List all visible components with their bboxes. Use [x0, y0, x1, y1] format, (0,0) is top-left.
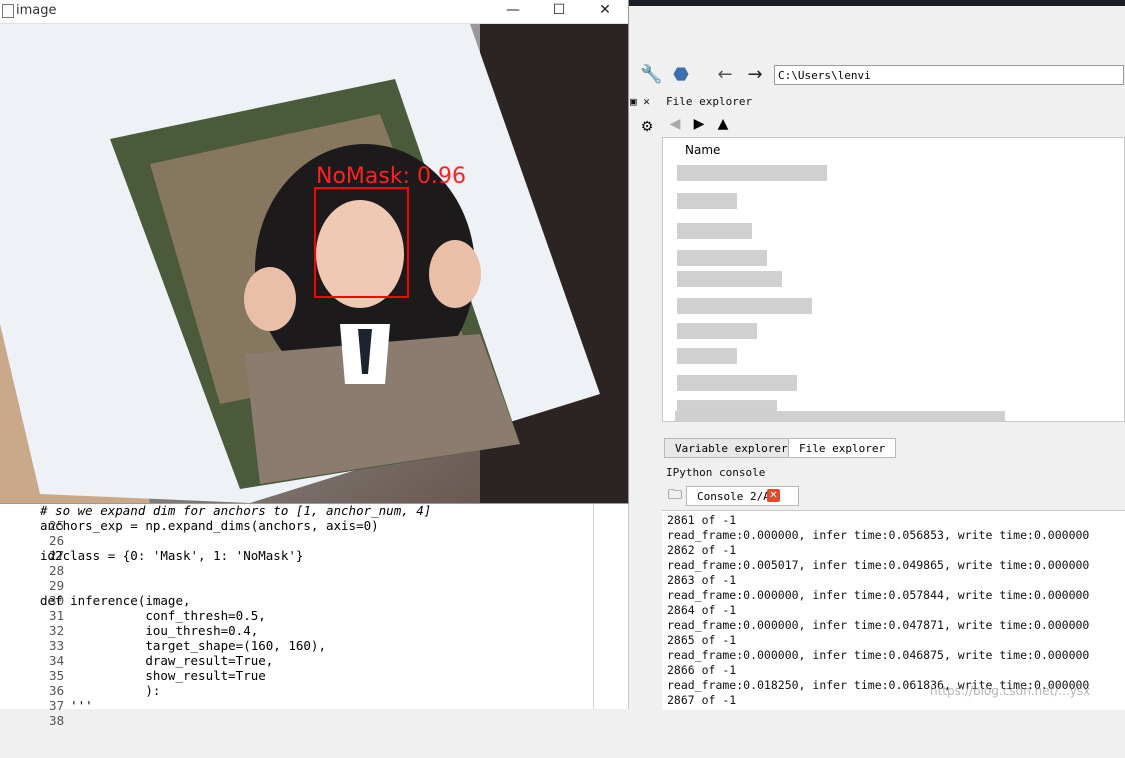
forward-arrow-icon[interactable]: → — [744, 64, 766, 86]
file-row[interactable] — [677, 375, 797, 391]
file-explorer-header: File explorer — [666, 95, 753, 108]
code-line: 34 target_shape=(160, 160), — [0, 638, 326, 668]
code-line: 30 — [0, 578, 64, 608]
top-strip — [628, 0, 1125, 6]
file-tree[interactable]: Name — [662, 137, 1125, 422]
file-row[interactable] — [677, 298, 812, 314]
working-directory-input[interactable]: C:\Users\lenvi — [774, 65, 1124, 85]
detection-label: NoMask: 0.96 — [316, 164, 466, 189]
window-icon — [2, 4, 14, 18]
image-window[interactable]: image — ☐ ✕ NoMask: 0.96 — [0, 0, 628, 503]
gear-icon[interactable]: ⚙ — [636, 116, 658, 138]
watermark: https://blog.csdn.net/...ysx — [930, 684, 1091, 698]
horizontal-scrollbar[interactable] — [675, 411, 1005, 421]
nav-back-icon[interactable]: ◀ — [664, 113, 686, 135]
code-text: id2class = {0: 'Mask', 1: 'NoMask'} — [40, 548, 304, 563]
code-line: 33 iou_thresh=0.4, — [0, 623, 258, 653]
file-row[interactable] — [677, 193, 737, 209]
code-text: ): — [40, 683, 161, 698]
tab-variable-explorer[interactable]: Variable explorer — [664, 438, 799, 458]
close-tab-icon[interactable]: ✕ — [767, 489, 780, 502]
editor-edge-line — [593, 500, 594, 709]
file-row[interactable] — [677, 223, 752, 239]
code-text: show_result=True — [40, 668, 266, 683]
tab-console[interactable]: Console 2/A — [686, 486, 799, 506]
console-line: 2861 of -1 — [667, 513, 737, 527]
column-header-name[interactable]: Name — [685, 143, 720, 157]
console-line: read_frame:0.000000, infer time:0.046875… — [667, 648, 1090, 662]
nav-forward-icon[interactable]: ▶ — [688, 113, 710, 135]
code-line: 26 anchors_exp = np.expand_dims(anchors,… — [0, 518, 379, 548]
nav-up-icon[interactable]: ▲ — [712, 113, 734, 135]
code-line: 31 def inference(image, — [0, 593, 191, 623]
code-line: 38 ''' — [0, 698, 93, 728]
file-row[interactable] — [677, 165, 827, 181]
code-line: 28 id2class = {0: 'Mask', 1: 'NoMask'} — [0, 548, 303, 578]
code-editor[interactable]: 25 # so we expand dim for anchors to [1,… — [0, 500, 629, 728]
close-button[interactable]: ✕ — [582, 0, 628, 23]
code-line: 29 — [0, 563, 64, 593]
console-line: read_frame:0.000000, infer time:0.056853… — [667, 528, 1090, 542]
camera-frame: NoMask: 0.96 — [0, 24, 628, 503]
console-line: read_frame:0.005017, infer time:0.049865… — [667, 558, 1090, 572]
code-line: 36 show_result=True — [0, 668, 266, 698]
console-line: 2867 of -1 — [667, 693, 737, 707]
window-title: image — [16, 3, 57, 18]
code-line: 32 conf_thresh=0.5, — [0, 608, 266, 638]
code-text: draw_result=True, — [40, 653, 274, 668]
console-line: read_frame:0.000000, infer time:0.057844… — [667, 588, 1090, 602]
file-row[interactable] — [677, 250, 767, 266]
code-text: def inference(image, — [40, 593, 191, 608]
console-output[interactable]: 2861 of -1 read_frame:0.000000, infer ti… — [662, 510, 1125, 710]
file-row[interactable] — [677, 271, 782, 287]
pane-controls[interactable]: ▣ ✕ — [630, 93, 660, 111]
code-text: iou_thresh=0.4, — [40, 623, 259, 638]
minimize-button[interactable]: — — [490, 0, 536, 23]
console-line: 2863 of -1 — [667, 573, 737, 587]
maximize-button[interactable]: ☐ — [536, 0, 582, 23]
python-icon[interactable]: ⬣ — [670, 64, 692, 86]
code-line: 37 ): — [0, 683, 160, 713]
code-text: target_shape=(160, 160), — [40, 638, 326, 653]
code-line: 25 # so we expand dim for anchors to [1,… — [0, 503, 431, 533]
back-arrow-icon[interactable]: ← — [714, 64, 736, 86]
wrench-icon[interactable]: 🔧 — [640, 64, 662, 86]
console-line: read_frame:0.000000, infer time:0.047871… — [667, 618, 1090, 632]
file-row[interactable] — [677, 348, 737, 364]
folder-icon[interactable]: 🗀 — [664, 484, 686, 506]
code-text: anchors_exp = np.expand_dims(anchors, ax… — [40, 518, 379, 533]
window-titlebar[interactable]: image — ☐ ✕ — [0, 0, 628, 24]
code-text: conf_thresh=0.5, — [40, 608, 266, 623]
camera-frame-svg — [0, 24, 628, 503]
line-number: 38 — [49, 713, 65, 728]
console-line: 2865 of -1 — [667, 633, 737, 647]
code-text: # so we expand dim for anchors to [1, an… — [40, 503, 432, 518]
code-line: 27 — [0, 533, 64, 563]
console-line: 2864 of -1 — [667, 603, 737, 617]
console-line: 2862 of -1 — [667, 543, 737, 557]
console-line: 2866 of -1 — [667, 663, 737, 677]
file-row[interactable] — [677, 323, 757, 339]
code-text: ''' — [40, 698, 93, 713]
ipython-console-header: IPython console — [666, 466, 766, 479]
console-tab-label: Console 2/A — [697, 490, 770, 503]
code-line: 35 draw_result=True, — [0, 653, 273, 683]
tab-file-explorer[interactable]: File explorer — [788, 438, 897, 458]
